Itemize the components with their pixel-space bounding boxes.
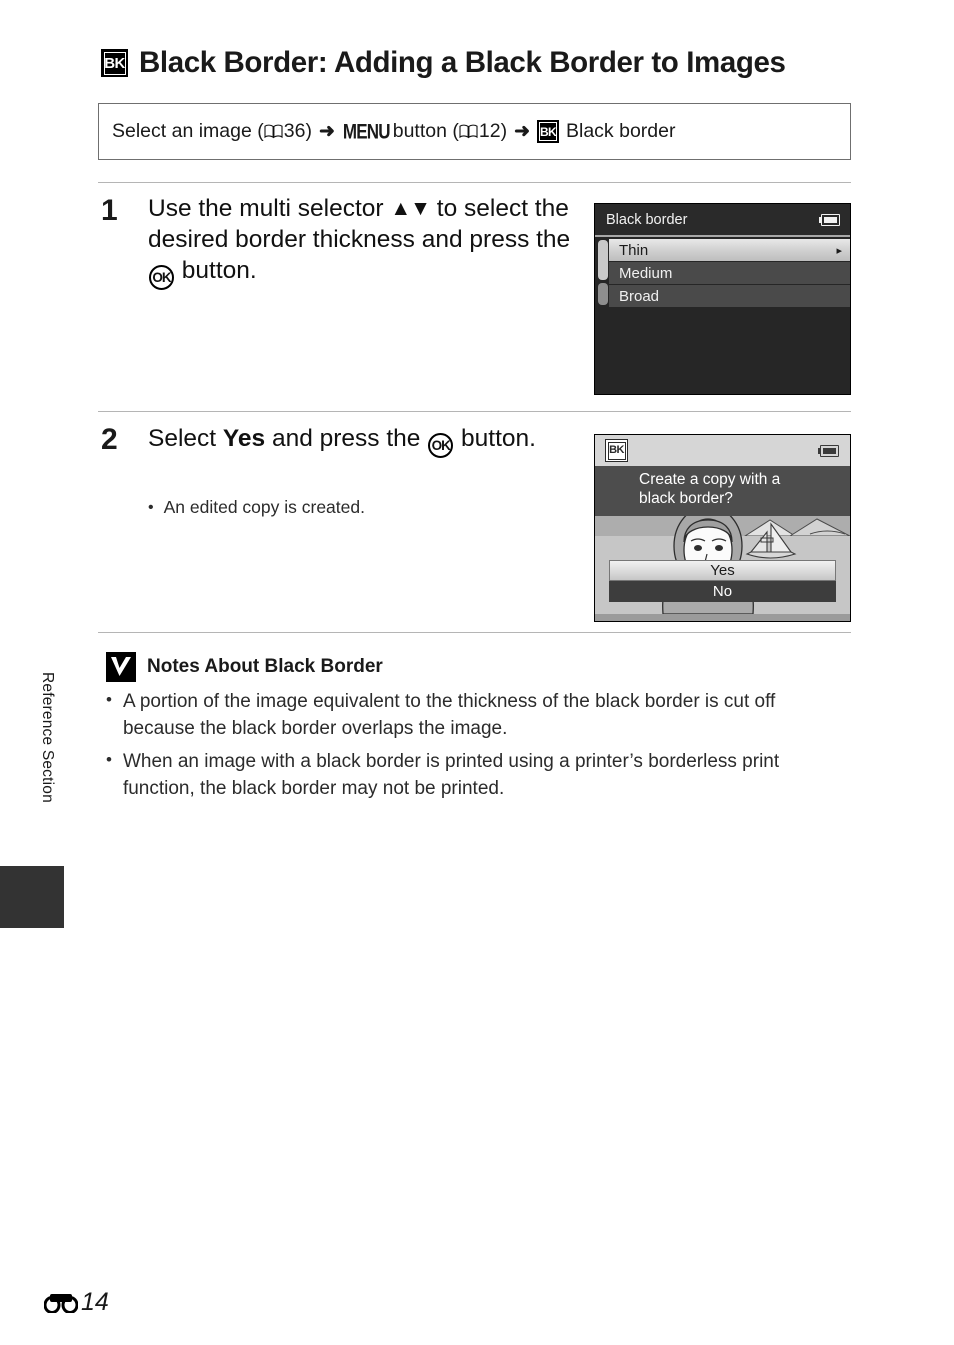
caution-checkmark-icon <box>106 652 136 682</box>
step-2-bullets: • An edited copy is created. <box>148 497 578 519</box>
bk-icon-label: BK <box>103 51 126 75</box>
menu-path-black-border: Black border <box>566 120 676 142</box>
open-book-icon <box>264 124 283 139</box>
menu-path-paren-1: ) <box>305 120 312 142</box>
ok-button-icon: OK <box>428 433 454 458</box>
page-number: 14 <box>81 1288 109 1316</box>
scroll-indicator-top <box>598 240 608 280</box>
menu-option-medium[interactable]: Medium <box>609 262 850 284</box>
screen2-question-line2: black border? <box>639 489 733 507</box>
menu-option-broad-label: Broad <box>619 287 660 305</box>
step-1-number: 1 <box>101 194 118 227</box>
notes-list: • A portion of the image equivalent to t… <box>106 688 841 809</box>
section-divider-2 <box>98 411 851 412</box>
bk-black-border-icon: BK <box>605 439 628 462</box>
notes-item-2: When an image with a black border is pri… <box>122 751 780 800</box>
screen1-option-list: Thin ▸ Medium Broad <box>595 237 850 307</box>
screen2-topbar: BK <box>595 435 850 466</box>
menu-path-page-ref-2: 12 <box>478 120 501 142</box>
multi-selector-updown-icon: ▲▼ <box>390 197 431 220</box>
step-1-text-a: Use the multi selector <box>148 195 391 222</box>
menu-path-page-ref-1: 36 <box>283 120 306 142</box>
open-book-icon <box>459 124 478 139</box>
section-divider-3 <box>98 632 851 633</box>
menu-option-medium-label: Medium <box>619 264 673 282</box>
screen2-choice-buttons: Yes No <box>609 560 836 602</box>
list-item: • A portion of the image equivalent to t… <box>106 688 841 742</box>
menu-path-line: Select an image ( 36 ) ➜ MENU button ( 1… <box>99 119 676 143</box>
bk-black-border-icon: BK <box>101 49 128 77</box>
step-1-text: Use the multi selector ▲▼ to select the … <box>148 193 573 291</box>
battery-icon <box>819 213 840 226</box>
screen2-question-line1: Create a copy with a <box>639 471 781 488</box>
path-arrow-icon-1: ➜ <box>318 121 335 142</box>
step-2-bullet-1: An edited copy is created. <box>163 497 365 517</box>
step-2-text-a: Select <box>148 425 223 452</box>
list-item: • An edited copy is created. <box>148 497 578 519</box>
reference-section-side-label: Reference Section <box>39 672 56 803</box>
step-2-bold-yes: Yes <box>222 425 266 452</box>
bk-icon-label: BK <box>539 122 557 141</box>
step-1-text-c: button. <box>175 257 257 285</box>
menu-path-box: Select an image ( 36 ) ➜ MENU button ( 1… <box>98 103 851 160</box>
menu-button-glyph: MENU <box>342 119 391 143</box>
menu-option-thin[interactable]: Thin ▸ <box>609 239 850 261</box>
bk-black-border-icon: BK <box>537 120 559 143</box>
battery-icon <box>818 444 839 457</box>
screen1-title: Black border <box>606 211 688 228</box>
confirm-no-label: No <box>712 583 733 600</box>
bk-icon-label: BK <box>607 441 626 460</box>
confirm-yes-label: Yes <box>710 562 735 579</box>
confirm-no-button[interactable]: No <box>609 581 836 602</box>
menu-option-thin-label: Thin <box>619 241 649 259</box>
camera-screen-black-border-menu: Black border Thin ▸ Medium Broad <box>594 203 851 395</box>
notes-title: Notes About Black Border <box>147 656 383 677</box>
page-footer: 14 <box>43 1288 109 1317</box>
camera-screen-confirm-dialog: BK Create a copy with a black border? Ye… <box>594 434 851 622</box>
path-arrow-icon-2: ➜ <box>514 121 530 142</box>
scroll-indicator-bottom <box>598 283 608 305</box>
chevron-right-icon: ▸ <box>836 244 842 257</box>
page-title: BK Black Border: Adding a Black Border t… <box>101 46 861 80</box>
menu-path-paren-2: ) <box>500 120 508 142</box>
step-2-text-b: and press the <box>265 425 428 452</box>
section-thumb-tab <box>0 866 64 928</box>
bullet-dot: • <box>148 499 154 516</box>
step-2-number: 2 <box>101 423 118 456</box>
list-item: • When an image with a black border is p… <box>106 748 841 802</box>
notes-heading: Notes About Black Border <box>106 652 383 682</box>
section-divider-1 <box>98 182 851 183</box>
reference-section-icon <box>43 1293 79 1314</box>
bullet-dot: • <box>106 750 112 770</box>
step-2-text: Select Yes and press the OK button. <box>148 423 573 458</box>
bullet-dot: • <box>106 690 112 709</box>
notes-item-1: A portion of the image equivalent to the… <box>122 691 776 740</box>
ok-button-icon: OK <box>149 265 174 291</box>
menu-option-broad[interactable]: Broad <box>609 285 850 307</box>
menu-path-select-image: Select an image ( <box>112 120 264 142</box>
page-title-text: Black Border: Adding a Black Border to I… <box>139 46 786 79</box>
step-2-text-c: button. <box>454 425 536 452</box>
screen1-header: Black border <box>595 204 850 237</box>
screen2-question: Create a copy with a black border? <box>595 466 850 516</box>
menu-path-button-text: button ( <box>392 120 459 142</box>
confirm-yes-button[interactable]: Yes <box>609 560 836 581</box>
